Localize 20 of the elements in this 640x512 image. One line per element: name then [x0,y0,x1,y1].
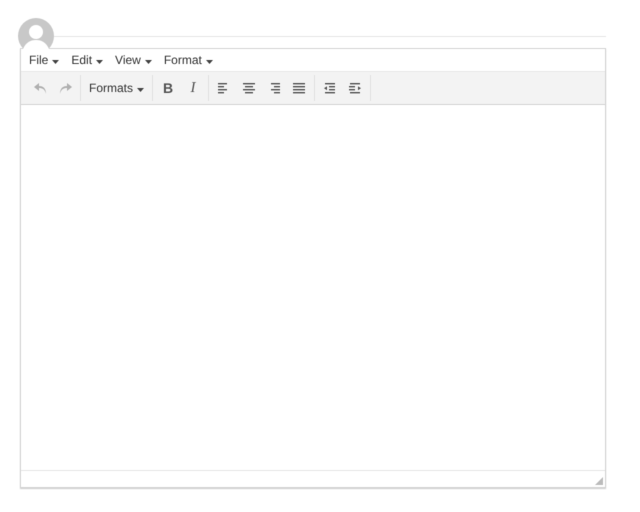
italic-button[interactable]: I [182,77,204,99]
align-center-icon [243,82,256,94]
caret-icon [144,60,152,64]
formats-dropdown[interactable]: Formats [85,81,148,95]
caret-icon [52,60,60,64]
justify-icon [293,82,306,94]
menu-item[interactable]: File [29,53,60,67]
bold-button[interactable]: B [157,77,180,99]
resize-handle-icon[interactable] [595,477,603,485]
caret-icon [206,60,213,64]
align-right-icon [268,82,280,94]
menu-item[interactable]: Format [164,53,213,67]
redo-icon [58,82,72,94]
indent-icon [349,82,362,94]
caret-icon [137,88,144,92]
menu-item[interactable]: Edit [71,53,104,67]
undo-icon [34,82,46,94]
outdent-icon [324,82,336,94]
caret-icon [96,60,104,64]
menu-item[interactable]: View [115,53,152,67]
